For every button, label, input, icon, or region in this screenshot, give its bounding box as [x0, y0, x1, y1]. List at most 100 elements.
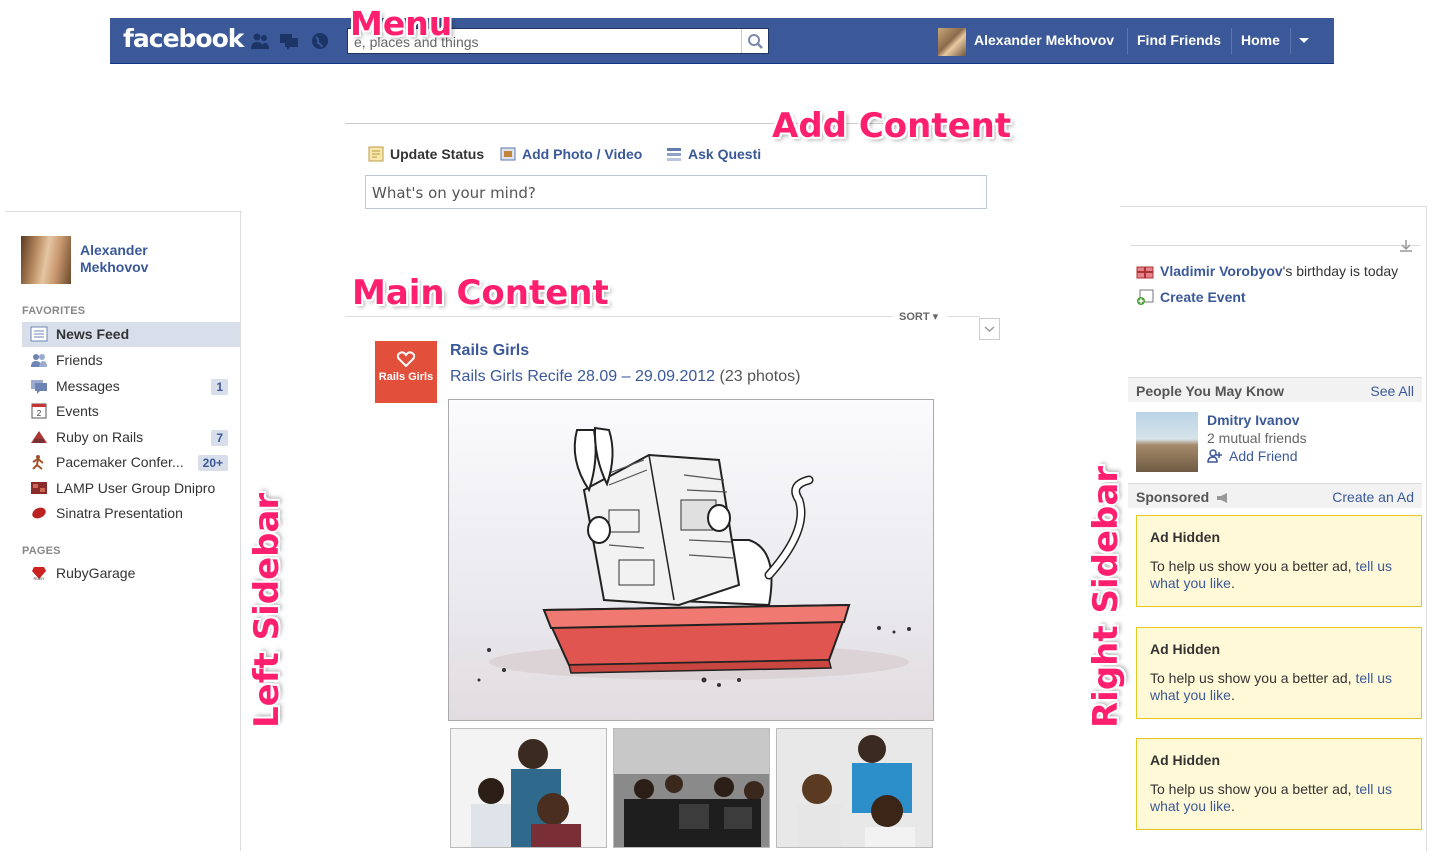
chevron-down-icon	[984, 326, 995, 333]
mutual-friends-count[interactable]: 2 mutual friends	[1207, 430, 1307, 446]
create-event-link[interactable]: Create Event	[1160, 289, 1246, 305]
photo-classroom	[614, 729, 769, 847]
sidebar-item-events[interactable]: 2 Events	[22, 399, 240, 424]
sidebar-item-messages[interactable]: Messages 1	[22, 374, 240, 399]
ask-question-tab[interactable]: Ask Questi	[666, 146, 761, 162]
add-photo-label: Add Photo / Video	[522, 146, 643, 162]
unread-count-badge: 20+	[197, 455, 228, 471]
sort-dropdown[interactable]: SORT ▾	[899, 310, 938, 323]
left-sidebar-top-border	[5, 211, 242, 212]
sidebar-item-news-feed[interactable]: News Feed	[22, 322, 240, 347]
top-navigation-bar: facebook Alexander Mekhovov Find Friends…	[110, 18, 1334, 64]
profile-picture[interactable]	[21, 236, 71, 284]
profile-link[interactable]: Alexander Mekhovov	[974, 32, 1114, 48]
album-thumbnail[interactable]	[776, 728, 933, 848]
group-icon	[32, 455, 44, 470]
sidebar-item-ruby-on-rails[interactable]: Ruby on Rails 7	[22, 425, 240, 450]
sidebar-item-label: RubyGarage	[56, 565, 136, 581]
profile-name-link[interactable]: Alexander Mekhovov	[80, 242, 200, 276]
heart-icon	[397, 351, 415, 367]
friend-requests-icon[interactable]	[250, 32, 270, 50]
update-status-tab[interactable]: Update Status	[368, 146, 484, 162]
find-friends-link[interactable]: Find Friends	[1137, 32, 1221, 48]
suggested-friend-name[interactable]: Dmitry Ivanov	[1207, 412, 1300, 428]
friends-icon	[31, 354, 47, 367]
notifications-globe-icon[interactable]	[310, 32, 330, 50]
status-input[interactable]	[372, 184, 972, 202]
sidebar-item-label: Sinatra Presentation	[56, 505, 183, 521]
see-all-link[interactable]: See All	[1370, 383, 1414, 399]
feed-options-button[interactable]	[979, 318, 1000, 340]
feed-divider	[948, 316, 980, 317]
album-thumbnail[interactable]	[613, 728, 770, 848]
sidebar-item-sinatra-presentation[interactable]: Sinatra Presentation	[22, 501, 240, 526]
sidebar-item-label: Messages	[56, 378, 120, 394]
ad-title: Ad Hidden	[1150, 752, 1220, 768]
main-content-annotation: Main Content	[352, 273, 609, 313]
search-button[interactable]	[741, 29, 768, 53]
birthday-reminder: Vladimir Vorobyov's birthday is today	[1136, 263, 1398, 279]
ask-question-label: Ask Questi	[688, 146, 762, 162]
sidebar-item-label: Pacemaker Confer...	[56, 454, 184, 470]
right-sidebar-divider	[1130, 245, 1420, 246]
sponsored-header: Sponsored Create an Ad	[1128, 483, 1422, 508]
messages-icon[interactable]	[279, 32, 299, 50]
left-sidebar-annotation: Left Sidebar	[247, 492, 287, 728]
post-author-link[interactable]: Rails Girls	[450, 342, 529, 360]
suggested-friend-photo[interactable]	[1136, 412, 1198, 472]
left-sidebar-right-border	[240, 211, 241, 851]
sidebar-item-lamp-user-group[interactable]: LAMP User Group Dnipro	[22, 476, 240, 501]
ad-text-end: .	[1230, 798, 1235, 814]
profile-last-name: Mekhovov	[80, 259, 149, 275]
birthday-friend-link[interactable]: Vladimir Vorobyov	[1160, 263, 1283, 279]
sidebar-item-label: Events	[56, 403, 99, 419]
add-friend-icon	[1207, 449, 1222, 463]
sidebar-item-label: Ruby on Rails	[56, 429, 144, 445]
add-photo-tab[interactable]: Add Photo / Video	[500, 146, 642, 162]
pymk-title: People You May Know	[1136, 383, 1285, 399]
photo-people-at-laptop	[451, 729, 606, 847]
feed-divider	[345, 316, 893, 317]
create-an-ad-link[interactable]: Create an Ad	[1332, 489, 1414, 505]
group-icon	[31, 482, 47, 494]
album-thumbnail[interactable]	[450, 728, 607, 848]
download-icon[interactable]	[1399, 239, 1413, 253]
calendar-icon: 2	[31, 403, 47, 419]
user-avatar[interactable]	[938, 28, 966, 56]
hidden-ad: Ad Hidden To help us show you a better a…	[1136, 515, 1422, 607]
group-icon	[31, 431, 47, 443]
home-link[interactable]: Home	[1241, 32, 1280, 48]
photo-count: (23 photos)	[719, 368, 801, 385]
news-feed-icon	[30, 326, 48, 342]
sidebar-item-label: LAMP User Group Dnipro	[56, 480, 216, 496]
ad-title: Ad Hidden	[1150, 641, 1220, 657]
right-sidebar-right-border	[1426, 206, 1427, 851]
album-cover-photo[interactable]	[448, 399, 934, 721]
ad-title: Ad Hidden	[1150, 529, 1220, 545]
sidebar-item-friends[interactable]: Friends	[22, 348, 240, 373]
album-link[interactable]: Rails Girls Recife 28.09 – 29.09.2012	[450, 368, 715, 385]
sidebar-item-rubygarage[interactable]: RUBY RubyGarage	[22, 561, 240, 586]
create-event-row[interactable]: Create Event	[1136, 289, 1246, 305]
ad-body: To help us show you a better ad, tell us…	[1150, 670, 1415, 704]
ad-body: To help us show you a better ad, tell us…	[1150, 781, 1415, 815]
cat-reading-newspaper-illustration	[477, 426, 911, 687]
people-you-may-know-header: People You May Know See All	[1128, 377, 1422, 402]
unread-count-badge: 1	[211, 379, 228, 395]
svg-text:RUBY: RUBY	[33, 576, 44, 581]
sort-label: SORT	[899, 311, 930, 323]
rubygarage-page-icon: RUBY	[32, 567, 46, 581]
sidebar-item-pacemaker-conference[interactable]: Pacemaker Confer... 20+	[22, 450, 240, 475]
account-menu-chevron-icon[interactable]	[1298, 37, 1310, 45]
sidebar-item-label: Friends	[56, 352, 103, 368]
question-list-icon	[667, 148, 681, 161]
add-friend-button[interactable]: Add Friend	[1207, 448, 1297, 464]
facebook-logo[interactable]: facebook	[123, 24, 244, 53]
hidden-ad: Ad Hidden To help us show you a better a…	[1136, 738, 1422, 830]
add-friend-label: Add Friend	[1229, 448, 1298, 464]
ad-text-end: .	[1230, 687, 1235, 703]
menu-annotation: Menu	[350, 4, 453, 43]
rails-girls-page-logo[interactable]: Rails Girls	[375, 341, 437, 403]
pages-heading: PAGES	[22, 545, 61, 557]
unread-count-badge: 7	[211, 430, 228, 446]
